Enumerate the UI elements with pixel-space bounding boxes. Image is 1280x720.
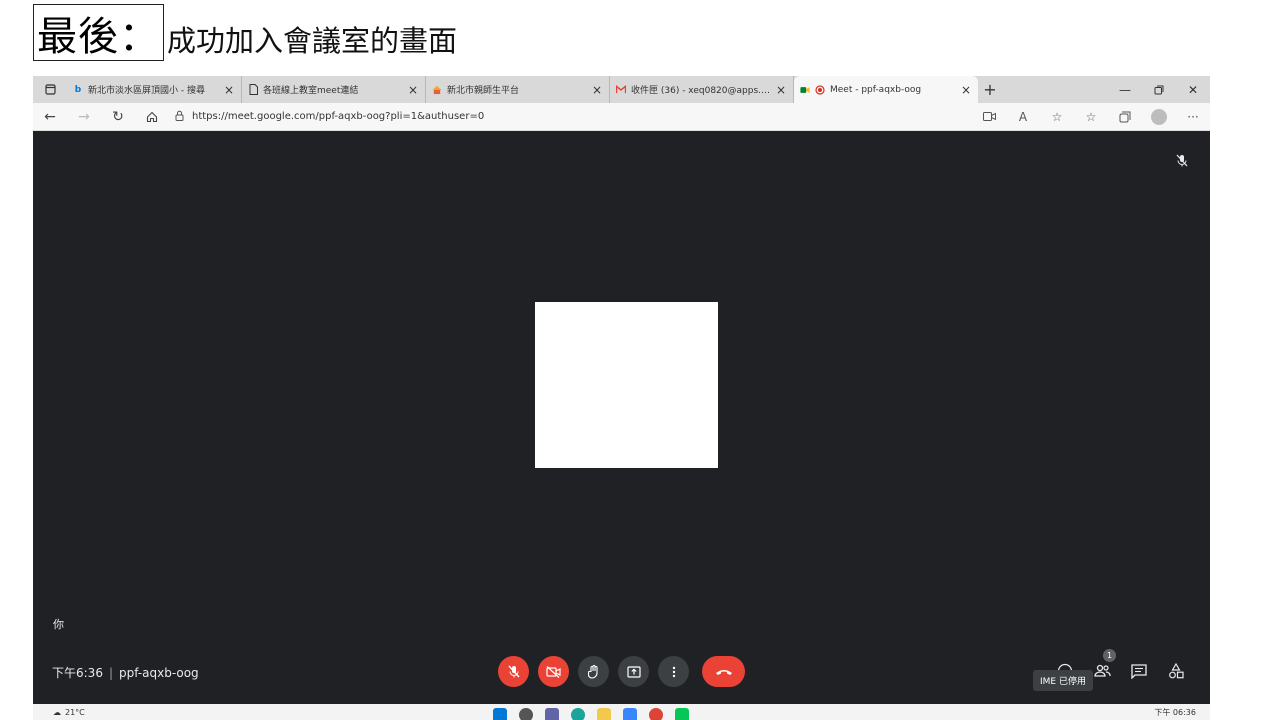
- taskbar-clock[interactable]: 下午 06:36: [1154, 707, 1196, 718]
- lock-icon[interactable]: [175, 110, 184, 124]
- weather-temp: 21°C: [65, 708, 85, 717]
- people-icon: [1094, 664, 1111, 677]
- teams-icon[interactable]: [545, 708, 559, 720]
- portal-icon: [432, 85, 442, 95]
- back-icon[interactable]: ←: [33, 109, 67, 125]
- tab-label: 新北市淡水區屏頂國小 - 搜尋: [88, 86, 205, 96]
- hand-icon: [587, 664, 598, 679]
- chrome-icon[interactable]: [649, 708, 663, 720]
- address-bar: ← → ↻ https://meet.google.com/ppf-aqxb-o…: [33, 103, 1210, 131]
- favorite-add-icon[interactable]: ☆: [1040, 109, 1074, 125]
- edge-icon[interactable]: [571, 708, 585, 720]
- read-aloud-icon[interactable]: A: [1006, 109, 1040, 125]
- mic-toggle-button[interactable]: [498, 656, 529, 687]
- file-explorer-icon[interactable]: [597, 708, 611, 720]
- line-icon[interactable]: [675, 708, 689, 720]
- minimize-icon[interactable]: —: [1108, 76, 1142, 103]
- present-icon: [626, 665, 641, 678]
- tab-meet[interactable]: Meet - ppf-aqxb-oog ×: [794, 76, 978, 103]
- meeting-info: 下午6:36 | ppf-aqxb-oog: [52, 664, 199, 681]
- store-icon[interactable]: [623, 708, 637, 720]
- tab-portal[interactable]: 新北市親師生平台 ×: [426, 76, 610, 103]
- bing-icon: b: [74, 84, 82, 95]
- refresh-icon[interactable]: ↻: [101, 109, 135, 125]
- url-field[interactable]: https://meet.google.com/ppf-aqxb-oog?pli…: [175, 106, 965, 128]
- call-controls: [498, 656, 745, 687]
- slide-title: 最後：: [37, 13, 160, 60]
- more-menu-icon[interactable]: ···: [1176, 109, 1210, 125]
- tab-label: 新北市親師生平台: [447, 86, 520, 96]
- windows-start-icon[interactable]: [493, 708, 507, 720]
- raise-hand-button[interactable]: [578, 656, 609, 687]
- url-text[interactable]: https://meet.google.com/ppf-aqxb-oog?pli…: [192, 111, 484, 122]
- close-icon[interactable]: ×: [407, 83, 419, 97]
- recording-icon: [815, 84, 825, 95]
- mic-muted-indicator-icon: [1176, 152, 1188, 171]
- ime-tooltip: IME 已停用: [1033, 670, 1093, 691]
- slide-title-box: 最後：: [33, 4, 164, 61]
- hang-up-icon: [715, 669, 732, 675]
- chat-icon: [1131, 663, 1147, 679]
- camera-off-icon: [546, 665, 561, 678]
- more-options-button[interactable]: [658, 656, 689, 687]
- activities-button[interactable]: [1164, 658, 1188, 684]
- close-icon[interactable]: ×: [960, 83, 972, 97]
- meeting-time: 下午6:36: [52, 666, 103, 680]
- taskbar-apps: [493, 708, 689, 720]
- profile-icon[interactable]: [1142, 108, 1176, 125]
- close-icon[interactable]: ×: [775, 83, 787, 97]
- camera-in-use-icon[interactable]: [972, 109, 1006, 125]
- participant-count-badge: 1: [1103, 649, 1116, 662]
- tab-label: Meet - ppf-aqxb-oog: [830, 84, 922, 95]
- tab-class-links[interactable]: 各班線上教室meet連結 ×: [242, 76, 426, 103]
- windows-taskbar: ☁ 21°C 下午 06:36: [33, 704, 1210, 720]
- people-button[interactable]: 1: [1090, 649, 1116, 684]
- tab-label: 收件匣 (36) - xeq0820@apps.ntpc: [631, 86, 770, 96]
- home-icon[interactable]: [135, 111, 169, 123]
- tab-actions-button[interactable]: [33, 76, 67, 103]
- page-icon: [248, 84, 258, 95]
- close-icon[interactable]: ×: [591, 83, 603, 97]
- collections-icon[interactable]: [1108, 109, 1142, 125]
- cloud-icon: ☁: [53, 708, 61, 717]
- browser-window: b 新北市淡水區屏頂國小 - 搜尋 × 各班線上教室meet連結 × 新北市親師…: [33, 76, 1210, 720]
- weather-widget[interactable]: ☁ 21°C: [53, 708, 85, 717]
- favorites-icon[interactable]: ☆: [1074, 109, 1108, 125]
- search-icon[interactable]: [519, 708, 533, 720]
- self-name-label: 你: [53, 618, 64, 631]
- video-tile: [535, 302, 718, 468]
- camera-toggle-button[interactable]: [538, 656, 569, 687]
- forward-icon[interactable]: →: [67, 109, 101, 125]
- mic-off-icon: [507, 665, 520, 678]
- close-icon[interactable]: ×: [223, 83, 235, 97]
- tab-gmail[interactable]: 收件匣 (36) - xeq0820@apps.ntpc ×: [610, 76, 794, 103]
- present-screen-button[interactable]: [618, 656, 649, 687]
- avatar: [1151, 108, 1167, 125]
- tab-bing-search[interactable]: b 新北市淡水區屏頂國小 - 搜尋 ×: [67, 76, 242, 103]
- chat-button[interactable]: [1127, 658, 1151, 684]
- meeting-code: ppf-aqxb-oog: [119, 665, 199, 680]
- divider: |: [108, 665, 113, 680]
- slide-subtitle: 成功加入會議室的畫面: [167, 24, 458, 58]
- leave-call-button[interactable]: [702, 656, 745, 687]
- tab-strip: b 新北市淡水區屏頂國小 - 搜尋 × 各班線上教室meet連結 × 新北市親師…: [33, 76, 1210, 103]
- more-vert-icon: [672, 666, 675, 677]
- window-controls: — ✕: [1108, 76, 1210, 103]
- tab-label: 各班線上教室meet連結: [263, 86, 359, 96]
- close-window-icon[interactable]: ✕: [1176, 76, 1210, 103]
- address-right-tools: A ☆ ☆ ···: [972, 108, 1210, 125]
- meet-icon: [800, 85, 810, 95]
- activities-icon: [1169, 663, 1184, 679]
- gmail-icon: [616, 85, 626, 95]
- new-tab-button[interactable]: +: [978, 76, 1002, 103]
- restore-icon[interactable]: [1142, 76, 1176, 103]
- meet-stage: 你 下午6:36 | ppf-aqxb-oog 1 IME 已停用: [33, 132, 1210, 720]
